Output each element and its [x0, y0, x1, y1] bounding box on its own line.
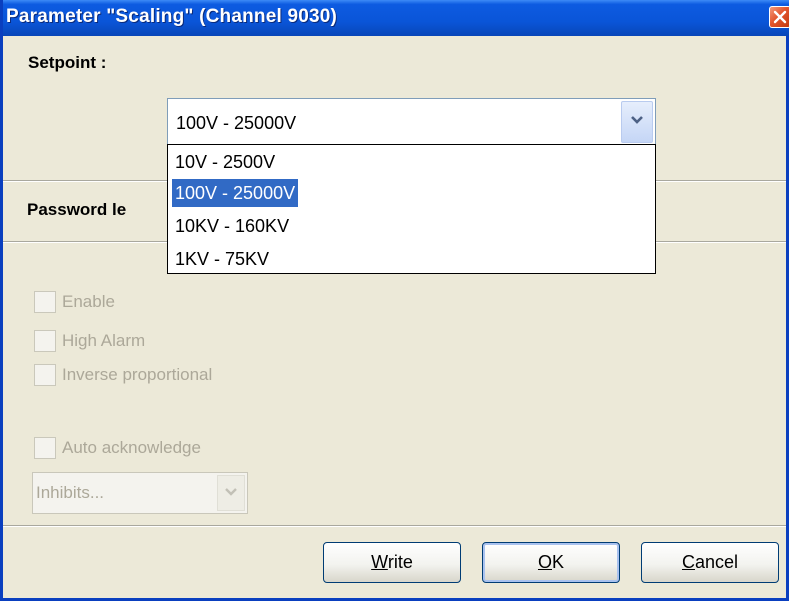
- setpoint-combobox[interactable]: 100V - 25000V: [167, 98, 656, 146]
- ok-button[interactable]: OK: [482, 542, 620, 583]
- high-alarm-label: High Alarm: [62, 331, 146, 350]
- inhibits-value: Inhibits...: [36, 483, 105, 502]
- write-label: rite: [387, 552, 413, 572]
- inverse-proportional-label: Inverse proportional: [62, 365, 213, 384]
- close-button[interactable]: [769, 6, 789, 28]
- inhibits-dropdown-button[interactable]: [217, 475, 245, 511]
- ok-label: K: [552, 552, 565, 572]
- title-bar[interactable]: Parameter "Scaling" (Channel 9030): [3, 0, 789, 36]
- write-mnemonic: W: [371, 552, 388, 572]
- checkbox-box[interactable]: [34, 364, 56, 386]
- setpoint-dropdown-button[interactable]: [621, 101, 653, 143]
- dropdown-option[interactable]: 10KV - 160KV: [172, 212, 292, 240]
- dropdown-option[interactable]: 10V - 2500V: [172, 148, 278, 176]
- setpoint-selected-value: 100V - 25000V: [176, 113, 297, 133]
- dropdown-option-selected[interactable]: 100V - 25000V: [172, 179, 299, 207]
- setpoint-label: Setpoint :: [28, 53, 107, 72]
- chevron-down-icon: [631, 116, 643, 124]
- cancel-button[interactable]: Cancel: [641, 542, 779, 583]
- auto-acknowledge-label: Auto acknowledge: [62, 438, 201, 457]
- dialog-window: Parameter "Scaling" (Channel 9030) Setpo…: [0, 0, 789, 601]
- write-button[interactable]: Write: [323, 542, 461, 583]
- cancel-mnemonic: C: [681, 552, 695, 572]
- checkbox-box[interactable]: [34, 437, 56, 459]
- window-title: Parameter "Scaling" (Channel 9030): [6, 6, 338, 27]
- dropdown-option[interactable]: 1KV - 75KV: [172, 245, 272, 273]
- enable-label: Enable: [62, 292, 115, 311]
- chevron-down-icon: [225, 488, 237, 496]
- cancel-label: ancel: [694, 552, 739, 572]
- divider-3: [3, 525, 786, 527]
- checkbox-box[interactable]: [34, 330, 56, 352]
- password-level-label: Password le: [27, 200, 127, 219]
- close-icon: [773, 10, 787, 24]
- ok-mnemonic: O: [537, 552, 552, 572]
- inhibits-select[interactable]: Inhibits...: [32, 472, 248, 514]
- setpoint-dropdown-list[interactable]: 10V - 2500V 100V - 25000V 10KV - 160KV 1…: [167, 144, 656, 274]
- checkbox-box[interactable]: [34, 291, 56, 313]
